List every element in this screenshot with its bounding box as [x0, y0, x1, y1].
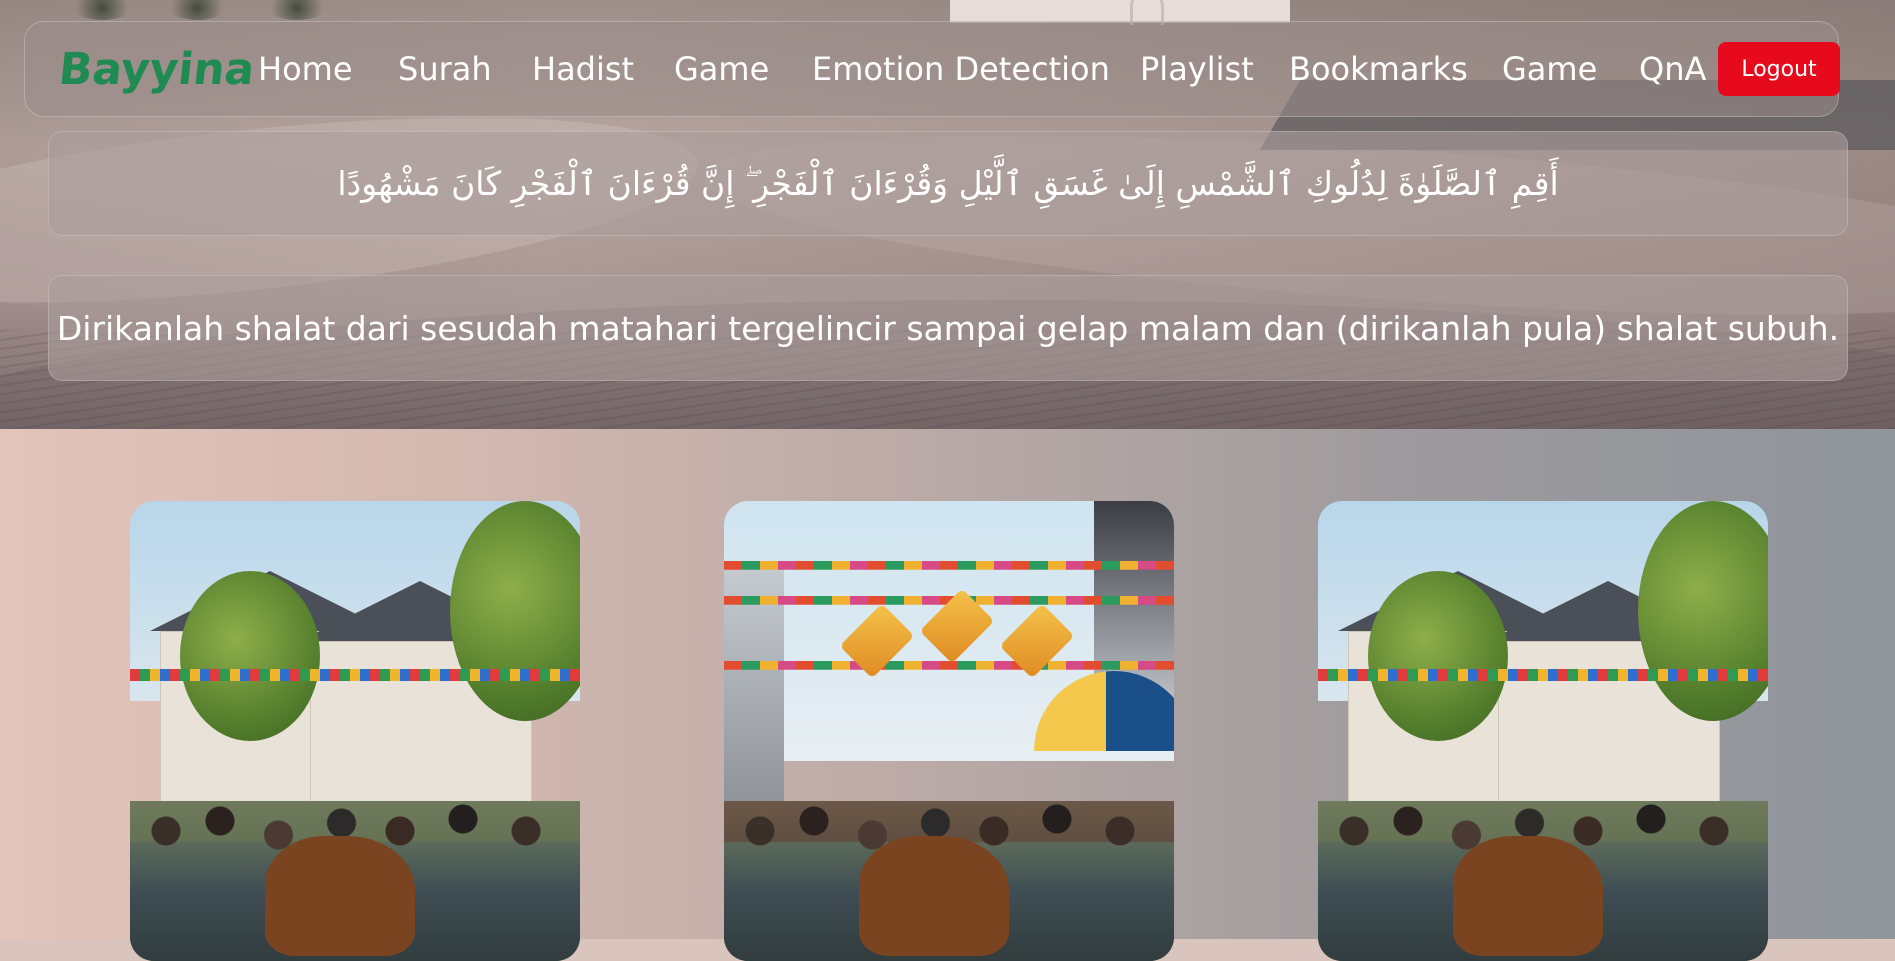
nav-bookmarks[interactable]: Bookmarks — [1289, 49, 1468, 89]
brand-logo[interactable]: Bayyina — [56, 44, 257, 95]
arabic-verse: أَقِمِ ٱلصَّلَوٰةَ لِدُلُوكِ ٱلشَّمْسِ إ… — [48, 131, 1848, 236]
scene-tree — [180, 571, 320, 741]
nav-game[interactable]: Game — [674, 49, 769, 89]
scene-crowd — [724, 771, 1174, 961]
nav-playlist[interactable]: Playlist — [1140, 49, 1254, 89]
scene-crowd-with-cow — [130, 771, 580, 961]
nav-surah[interactable]: Surah — [398, 49, 492, 89]
scene-bunting — [1318, 669, 1768, 681]
verse-translation: Dirikanlah shalat dari sesudah matahari … — [48, 275, 1848, 381]
nav-qna[interactable]: QnA — [1639, 49, 1706, 89]
nav-emotion-detection[interactable]: Emotion Detection — [812, 49, 1110, 89]
content-section — [0, 429, 1895, 961]
nav-game-2[interactable]: Game — [1502, 49, 1597, 89]
scene-bunting — [130, 669, 580, 681]
palm-plant — [265, 0, 329, 20]
image-card[interactable] — [1318, 501, 1768, 961]
image-card[interactable] — [130, 501, 580, 961]
palm-plant — [70, 0, 134, 20]
scene-crowd-with-cow — [1318, 771, 1768, 961]
scene-tree — [1368, 571, 1508, 741]
image-card[interactable] — [724, 501, 1174, 961]
logout-button[interactable]: Logout — [1718, 42, 1840, 96]
nav-home[interactable]: Home — [258, 49, 353, 89]
palm-plant — [165, 0, 229, 20]
mosque-building — [950, 0, 1290, 25]
nav-hadist[interactable]: Hadist — [532, 49, 634, 89]
navbar: Bayyina Home Surah Hadist Game Emotion D… — [24, 21, 1840, 117]
